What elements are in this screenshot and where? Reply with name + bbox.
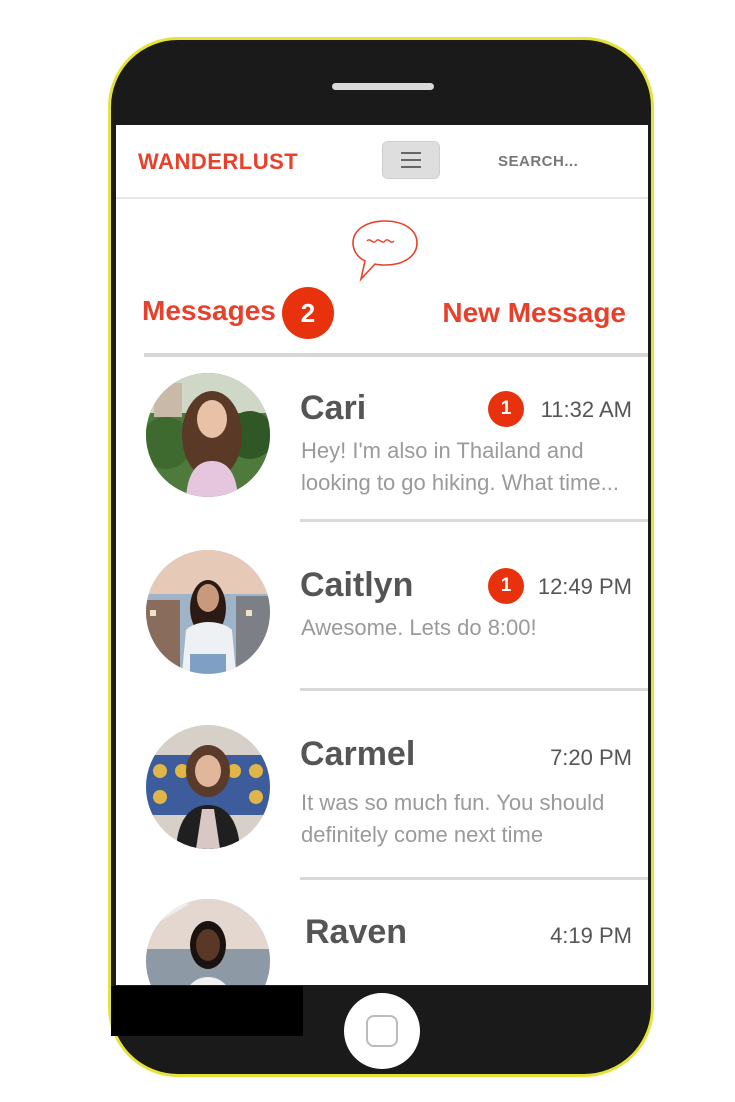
message-time: 11:32 AM (540, 397, 632, 422)
conversation-item-caitlyn[interactable]: Caitlyn 1 12:49 PM Awesome. Lets do 8:00… (116, 550, 648, 700)
row-divider (300, 877, 648, 880)
conversation-item-carmel[interactable]: Carmel 7:20 PM It was so much fun. You s… (116, 725, 648, 885)
messages-header: Messages 2 New Message (142, 285, 632, 345)
unread-badge: 1 (488, 391, 524, 427)
message-preview: Awesome. Lets do 8:00! (301, 615, 537, 640)
phone-speaker (332, 83, 434, 90)
avatar (146, 725, 270, 849)
phone-frame: WANDERLUST SEARCH... Messages 2 New Mess… (108, 37, 654, 1077)
message-preview: It was so much fun. You should definitel… (301, 790, 605, 847)
search-field[interactable]: SEARCH... (498, 153, 578, 170)
contact-name: Caitlyn (300, 566, 414, 604)
message-time: 12:49 PM (537, 574, 632, 599)
contact-name: Carmel (300, 735, 416, 773)
message-preview: Hey! I'm also in Thailand and looking to… (301, 438, 619, 495)
app-screen: WANDERLUST SEARCH... Messages 2 New Mess… (116, 125, 648, 985)
hamburger-icon (401, 152, 421, 154)
conversation-item-cari[interactable]: Cari 1 11:32 AM Hey! I'm also in Thailan… (116, 373, 648, 523)
new-message-button[interactable]: New Message (442, 297, 626, 329)
contact-name: Cari (300, 389, 367, 427)
messages-count-badge: 2 (282, 287, 334, 339)
message-time: 4:19 PM (550, 923, 632, 948)
brand-logo[interactable]: WANDERLUST (138, 149, 298, 175)
menu-button[interactable] (382, 141, 440, 179)
avatar (146, 373, 270, 497)
avatar (146, 899, 270, 985)
row-divider (300, 688, 648, 691)
unread-badge: 1 (488, 568, 524, 604)
row-divider (300, 519, 648, 522)
divider (144, 353, 648, 357)
conversation-item-raven[interactable]: Raven 4:19 PM (116, 899, 648, 985)
message-time: 7:20 PM (550, 745, 632, 770)
avatar (146, 550, 270, 674)
home-square-icon (366, 1015, 398, 1047)
screen-mask (111, 986, 303, 1036)
messages-title[interactable]: Messages (142, 295, 276, 327)
top-nav-bar: WANDERLUST SEARCH... (116, 125, 648, 199)
chat-bubble-icon (352, 220, 418, 282)
home-button[interactable] (344, 993, 420, 1069)
contact-name: Raven (305, 913, 408, 951)
